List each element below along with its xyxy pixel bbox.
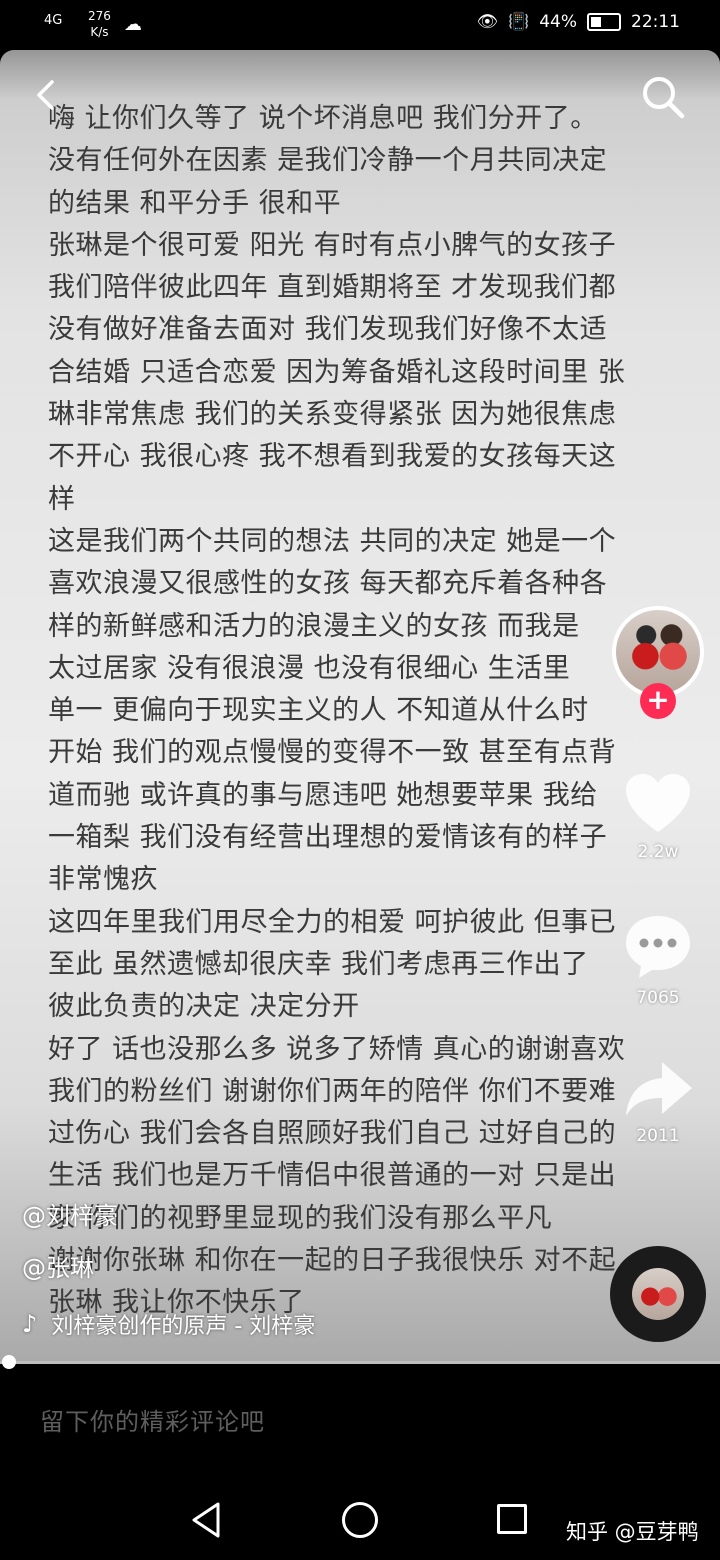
triangle-back-icon <box>192 1502 220 1538</box>
network-speed: 276 K/s <box>88 8 111 40</box>
share-count: 2011 <box>636 1126 680 1146</box>
memo-line: 太过居家 没有很浪漫 也没有很细心 生活里 <box>48 652 571 684</box>
clock: 22:11 <box>631 12 680 32</box>
memo-line: 张琳是个很可爱 阳光 有时有点小脾气的女孩子 <box>48 229 617 261</box>
comment-count: 7065 <box>636 988 680 1008</box>
like-button[interactable]: 2.2w <box>620 770 696 862</box>
memo-line: 喜欢浪漫又很感性的女孩 每天都充斥着各种各 <box>48 568 608 600</box>
author-handle[interactable]: @刘梓豪 <box>22 1196 118 1231</box>
memo-line: 一箱梨 我们没有经营出理想的爱情该有的样子 <box>48 822 608 854</box>
nav-back-button[interactable] <box>188 1500 228 1540</box>
memo-line: 家 你们的视野里显现的我们没有那么平凡 <box>48 1202 553 1234</box>
like-count: 2.2w <box>637 842 679 862</box>
watermark: 知乎 @豆芽鸭 <box>566 1520 699 1544</box>
video-player[interactable]: 嗨 让你们久等了 说个坏消息吧 我们分开了。 没有任何外在因素 是我们冷静一个月… <box>0 50 720 1364</box>
memo-line: 好了 话也没那么多 说多了矫情 真心的谢谢喜欢 <box>48 1033 626 1065</box>
status-bar: 4G 276 K/s ☁ 👁 📳 44% 22:11 <box>0 0 720 50</box>
cloud-icon: ☁ <box>124 14 142 35</box>
search-button[interactable] <box>640 74 686 120</box>
memo-line: 道而驰 或许真的事与愿违吧 她想要苹果 我给 <box>48 779 598 811</box>
heart-icon <box>626 774 690 832</box>
network-speed-unit: K/s <box>90 25 109 39</box>
search-icon <box>643 77 685 119</box>
comment-icon <box>626 916 690 978</box>
memo-line: 的结果 和平分手 很和平 <box>48 187 342 219</box>
progress-bar[interactable] <box>0 1361 720 1364</box>
memo-line: 我们的粉丝们 谢谢你们两年的陪伴 你们不要难 <box>48 1075 617 1107</box>
memo-line: 这是我们两个共同的想法 共同的决定 她是一个 <box>48 525 617 557</box>
battery-icon <box>587 13 621 31</box>
plus-icon: + <box>646 683 670 716</box>
memo-line: 这四年里我们用尽全力的相爱 呵护彼此 但事已 <box>48 906 617 938</box>
share-button[interactable]: 2011 <box>620 1058 696 1146</box>
memo-line: 嗨 让你们久等了 说个坏消息吧 我们分开了。 <box>48 103 598 134</box>
network-speed-value: 276 <box>88 9 111 23</box>
memo-line: 我们陪伴彼此四年 直到婚期将至 才发现我们都 <box>48 272 617 304</box>
memo-line: 谢谢你张琳 和你在一起的日子我很快乐 对不起 <box>48 1245 617 1277</box>
memo-line: 样 <box>48 483 76 515</box>
back-button[interactable] <box>30 78 64 112</box>
chevron-left-icon <box>37 80 54 110</box>
memo-line: 非常愧疚 <box>48 864 158 896</box>
share-icon <box>626 1062 692 1116</box>
signal-indicator: 4G <box>44 13 63 28</box>
memo-line: 样的新鲜感和活力的浪漫主义的女孩 而我是 <box>48 610 580 642</box>
memo-line: 合结婚 只适合恋爱 因为筹备婚礼这段时间里 张 <box>48 356 626 388</box>
memo-line: 单一 更偏向于现实主义的人 不知道从什么时 <box>48 695 589 727</box>
nav-home-button[interactable] <box>342 1502 378 1538</box>
app-screen: 4G 276 K/s ☁ 👁 📳 44% 22:11 嗨 让你们久等了 说个坏消… <box>0 0 720 1560</box>
comment-input[interactable]: 留下你的精彩评论吧 <box>40 1402 265 1437</box>
memo-line: 没有任何外在因素 是我们冷静一个月共同决定 <box>48 145 608 177</box>
avatar <box>616 610 700 694</box>
memo-line: 至此 虽然遗憾却很庆幸 我们考虑再三作出了 <box>48 948 589 980</box>
follow-button[interactable]: + <box>640 683 676 719</box>
music-info[interactable]: ♪ 刘梓豪创作的原声 - 刘梓豪 <box>22 1308 315 1340</box>
memo-line: 生活 我们也是万千情侣中很普通的一对 只是出 <box>48 1160 617 1192</box>
memo-line: 开始 我们的观点慢慢的变得不一致 甚至有点背 <box>48 737 617 769</box>
music-disc-button[interactable] <box>610 1246 706 1342</box>
eye-icon: 👁 <box>476 12 499 32</box>
music-title: 刘梓豪创作的原声 - 刘梓豪 <box>51 1314 316 1339</box>
memo-line: 没有做好准备去面对 我们发现我们好像不太适 <box>48 314 608 346</box>
memo-line: 不开心 我很心疼 我不想看到我爱的女孩每天这 <box>48 441 617 473</box>
music-note-icon: ♪ <box>22 1310 38 1338</box>
mention-handle[interactable]: @张琳 <box>22 1248 94 1283</box>
music-disc-cover <box>632 1268 684 1320</box>
status-right: 👁 📳 44% 22:11 <box>476 12 680 32</box>
battery-percent: 44% <box>539 12 577 32</box>
progress-handle[interactable] <box>2 1355 16 1369</box>
nav-recents-button[interactable] <box>497 1504 527 1534</box>
memo-line: 过伤心 我们会各自照顾好我们自己 过好自己的 <box>48 1118 617 1150</box>
memo-line: 彼此负责的决定 决定分开 <box>48 991 360 1023</box>
vibrate-icon: 📳 <box>508 12 530 32</box>
memo-line: 琳非常焦虑 我们的关系变得紧张 因为她很焦虑 <box>48 399 617 431</box>
memo-text: 嗨 让你们久等了 说个坏消息吧 我们分开了。 没有任何外在因素 是我们冷静一个月… <box>48 98 688 1325</box>
comment-button[interactable]: 7065 <box>620 912 696 1008</box>
